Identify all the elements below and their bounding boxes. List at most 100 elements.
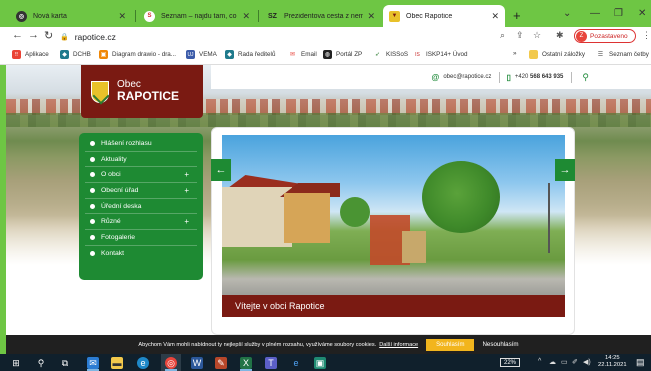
bookmark-reading-list[interactable]: ☰ Seznam četby	[596, 50, 649, 59]
reload-icon[interactable]: ↻	[44, 29, 53, 42]
display-icon[interactable]: ▭	[561, 358, 568, 366]
search-icon[interactable]: ⚲	[35, 357, 47, 369]
menu-label: Různé	[101, 218, 121, 226]
tab-prezident[interactable]: SZ Prezidentova cesta z nemocnic ✕	[261, 5, 381, 27]
tree	[340, 197, 370, 227]
paint-icon[interactable]: ✎	[215, 357, 227, 369]
extensions-icon[interactable]: ✱	[556, 30, 564, 41]
excel-icon[interactable]: X	[240, 357, 252, 369]
menu-item-fotogalerie[interactable]: Fotogalerie	[85, 230, 197, 246]
taskbar-clock[interactable]: 14:25 22.11.2021	[598, 355, 627, 369]
menu-label: Kontakt	[101, 250, 125, 258]
bookmark-portal-zp[interactable]: ◍ Portál ZP	[323, 50, 362, 59]
contact-phone-prefix: +420	[514, 74, 529, 80]
menu-item-o-obci[interactable]: O obci +	[85, 167, 197, 184]
restore-icon[interactable]: ❐	[614, 8, 623, 19]
close-tab-icon[interactable]: ✕	[491, 11, 499, 22]
pen-icon[interactable]: ✐	[572, 358, 578, 366]
search-icon[interactable]: ⚲	[582, 72, 589, 83]
internet-explorer-icon[interactable]: e	[290, 357, 302, 369]
menu-item-hlaseni[interactable]: Hlášení rozhlasu	[85, 136, 197, 152]
site-logo[interactable]: Obec RAPOTICE	[81, 65, 203, 118]
teams-icon[interactable]: T	[265, 357, 277, 369]
bookmark-aplikace[interactable]: ⠿ Aplikace	[12, 50, 49, 59]
notifications-icon[interactable]: ▤	[636, 357, 645, 368]
forward-icon[interactable]: →	[28, 29, 39, 41]
phone-icon: ▯	[506, 72, 511, 82]
tab-separator	[258, 10, 259, 22]
bookmark-label: Seznam četby	[609, 51, 649, 58]
bookmark-label: KISSoS	[386, 51, 409, 58]
chrome-icon[interactable]: ◎	[165, 357, 177, 369]
edge-icon[interactable]: e	[137, 357, 149, 369]
tab-title: Nová karta	[33, 12, 67, 20]
volume-icon[interactable]: ◀)	[583, 358, 591, 366]
slider-next-button[interactable]: →	[555, 159, 575, 181]
cookie-decline-button[interactable]: Nesouhlasím	[482, 341, 518, 348]
house	[284, 193, 330, 243]
bookmark-iskp[interactable]: IS ISKP14+ Úvod	[413, 50, 467, 59]
windows-start-icon[interactable]: ⊞	[10, 357, 22, 369]
bookmark-label: Ostatní záložky	[542, 51, 586, 58]
bookmark-dchb[interactable]: ◆ DCHB	[60, 50, 91, 59]
menu-kebab-icon[interactable]: ⋮	[642, 30, 651, 41]
cookie-more-info-link[interactable]: Další informace	[379, 342, 418, 348]
bookmark-folder-other[interactable]: Ostatní záložky	[529, 50, 585, 59]
profile-status: Pozastaveno	[590, 32, 628, 40]
battery-indicator[interactable]: 22%	[500, 358, 520, 367]
tab-seznam[interactable]: S Seznam – najdu tam, co nezná ✕	[138, 5, 256, 27]
bookmarks-bar: ⠿ Aplikace ◆ DCHB ▣ Diagram drawio - dra…	[0, 46, 651, 65]
show-hidden-icons-icon[interactable]: ^	[538, 358, 541, 365]
task-view-icon[interactable]: ⧉	[59, 357, 71, 369]
onedrive-icon[interactable]: ☁	[549, 358, 556, 366]
tab-obec-rapotice[interactable]: ▼ Obec Rapotice ✕	[383, 5, 505, 27]
close-tab-icon[interactable]: ✕	[118, 11, 126, 22]
tab-new-tab[interactable]: ◎ Nová karta ✕	[10, 5, 132, 27]
zoom-search-icon[interactable]: ⌕	[500, 30, 505, 41]
expand-plus-icon[interactable]: +	[184, 217, 189, 226]
apps-grid-icon: ⠿	[12, 50, 21, 59]
menu-item-kontakt[interactable]: Kontakt	[85, 246, 197, 262]
folder-icon	[529, 50, 538, 59]
app-icon[interactable]: ▣	[314, 357, 326, 369]
menu-item-uredni-deska[interactable]: Úřední deska	[85, 199, 197, 215]
menu-item-obecni-urad[interactable]: Obecní úřad +	[85, 183, 197, 199]
slider-prev-button[interactable]: ←	[211, 159, 231, 181]
bookmark-label: Email	[301, 51, 317, 58]
bookmark-kissos[interactable]: ➶ KISSoS	[373, 50, 408, 59]
menu-label: Aktuality	[101, 155, 127, 163]
share-icon[interactable]: ⇪	[516, 30, 524, 41]
bookmark-email[interactable]: ✉ Email	[288, 50, 317, 59]
bookmark-rada[interactable]: ◆ Rada ředitelů	[225, 50, 275, 59]
outlook-icon[interactable]: ✉	[87, 357, 99, 369]
tab-title: Obec Rapotice	[406, 12, 453, 20]
close-tab-icon[interactable]: ✕	[367, 11, 375, 22]
bullet-icon	[90, 219, 95, 225]
minimize-icon[interactable]: —	[590, 8, 600, 19]
bookmark-vema[interactable]: UJ VEMA	[186, 50, 217, 59]
bookmark-drawio[interactable]: ▣ Diagram drawio - dra...	[99, 50, 176, 59]
close-window-icon[interactable]: ✕	[638, 8, 646, 19]
tab-search-icon[interactable]: ⌄	[563, 8, 571, 19]
slide-caption[interactable]: Vítejte v obci Rapotice	[222, 295, 565, 317]
back-icon[interactable]: ←	[12, 29, 23, 41]
word-icon[interactable]: W	[191, 357, 203, 369]
bullet-icon	[90, 140, 95, 146]
contact-email[interactable]: obec@rapotice.cz	[443, 74, 491, 80]
close-tab-icon[interactable]: ✕	[242, 11, 250, 22]
bookmark-star-icon[interactable]: ☆	[533, 30, 541, 41]
drawio-icon: ▣	[99, 50, 108, 59]
address-bar[interactable]: 🔒 rapotice.cz	[60, 29, 116, 44]
bullet-icon	[90, 187, 95, 193]
file-explorer-icon[interactable]: ▬	[111, 357, 123, 369]
cookie-accept-button[interactable]: Souhlasím	[426, 338, 475, 351]
menu-item-aktuality[interactable]: Aktuality	[85, 152, 197, 168]
browser-tab-strip: ◎ Nová karta ✕ S Seznam – najdu tam, co …	[0, 0, 651, 27]
bookmarks-more-icon[interactable]: »	[513, 50, 517, 57]
profile-button[interactable]: Z Pozastaveno	[574, 29, 636, 43]
contact-phone-number[interactable]: 568 643 935	[530, 74, 563, 80]
menu-item-ruzne[interactable]: Různé +	[85, 214, 197, 231]
new-tab-button[interactable]: +	[513, 8, 521, 23]
expand-plus-icon[interactable]: +	[184, 186, 189, 195]
expand-plus-icon[interactable]: +	[184, 170, 189, 179]
